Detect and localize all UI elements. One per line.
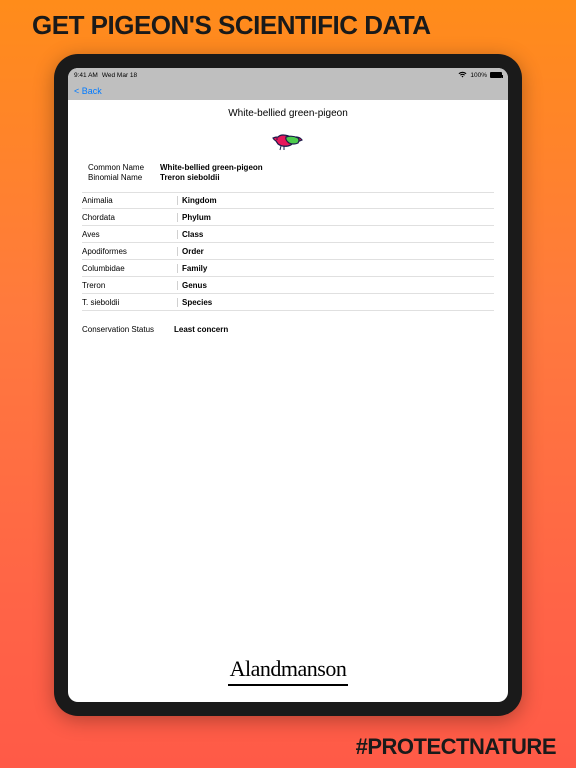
table-row: T. sieboldii Species xyxy=(82,294,494,311)
nav-bar: < Back xyxy=(68,82,508,100)
table-row: Apodiformes Order xyxy=(82,243,494,260)
taxonomy-table: Animalia Kingdom Chordata Phylum Aves Cl… xyxy=(82,192,494,311)
status-bar: 9:41 AM Wed Mar 18 100% xyxy=(68,68,508,82)
back-button[interactable]: < Back xyxy=(74,86,102,96)
binomial-name-label: Binomial Name xyxy=(88,173,160,182)
tax-value: Animalia xyxy=(82,196,178,205)
battery-icon xyxy=(490,72,502,78)
tax-value: Apodiformes xyxy=(82,247,178,256)
common-name-label: Common Name xyxy=(88,163,160,172)
binomial-name-row: Binomial Name Treron sieboldii xyxy=(82,173,494,182)
page-title: White-bellied green-pigeon xyxy=(82,108,494,119)
author-block: Alandmanson xyxy=(228,656,348,686)
tax-value: Aves xyxy=(82,230,178,239)
common-name-row: Common Name White-bellied green-pigeon xyxy=(82,163,494,172)
tax-value: Treron xyxy=(82,281,178,290)
tax-label: Species xyxy=(178,298,212,307)
table-row: Animalia Kingdom xyxy=(82,192,494,209)
wifi-icon xyxy=(458,71,467,80)
status-time: 9:41 AM xyxy=(74,72,98,79)
tax-label: Family xyxy=(178,264,207,273)
tax-value: T. sieboldii xyxy=(82,298,178,307)
common-name-value: White-bellied green-pigeon xyxy=(160,163,263,172)
promo-hashtag: #PROTECTNATURE xyxy=(356,734,556,760)
binomial-name-value: Treron sieboldii xyxy=(160,173,220,182)
tax-label: Class xyxy=(178,230,203,239)
author-underline xyxy=(228,684,348,686)
tax-value: Columbidae xyxy=(82,264,178,273)
tax-label: Genus xyxy=(178,281,207,290)
tax-label: Kingdom xyxy=(178,196,217,205)
table-row: Treron Genus xyxy=(82,277,494,294)
pigeon-icon xyxy=(270,129,306,155)
table-row: Chordata Phylum xyxy=(82,209,494,226)
tablet-screen: 9:41 AM Wed Mar 18 100% < Back White-bel… xyxy=(68,68,508,702)
tax-label: Phylum xyxy=(178,213,211,222)
conservation-label: Conservation Status xyxy=(82,325,174,334)
conservation-value: Least concern xyxy=(174,325,228,334)
content-area: White-bellied green-pigeon Common Name W… xyxy=(68,100,508,334)
status-battery-text: 100% xyxy=(470,72,487,79)
author-name: Alandmanson xyxy=(228,656,348,682)
table-row: Aves Class xyxy=(82,226,494,243)
conservation-row: Conservation Status Least concern xyxy=(82,325,494,334)
promo-headline: GET PIGEON'S SCIENTIFIC DATA xyxy=(32,10,431,41)
tax-value: Chordata xyxy=(82,213,178,222)
table-row: Columbidae Family xyxy=(82,260,494,277)
tablet-frame: 9:41 AM Wed Mar 18 100% < Back White-bel… xyxy=(54,54,522,716)
status-date: Wed Mar 18 xyxy=(102,72,137,79)
tax-label: Order xyxy=(178,247,204,256)
